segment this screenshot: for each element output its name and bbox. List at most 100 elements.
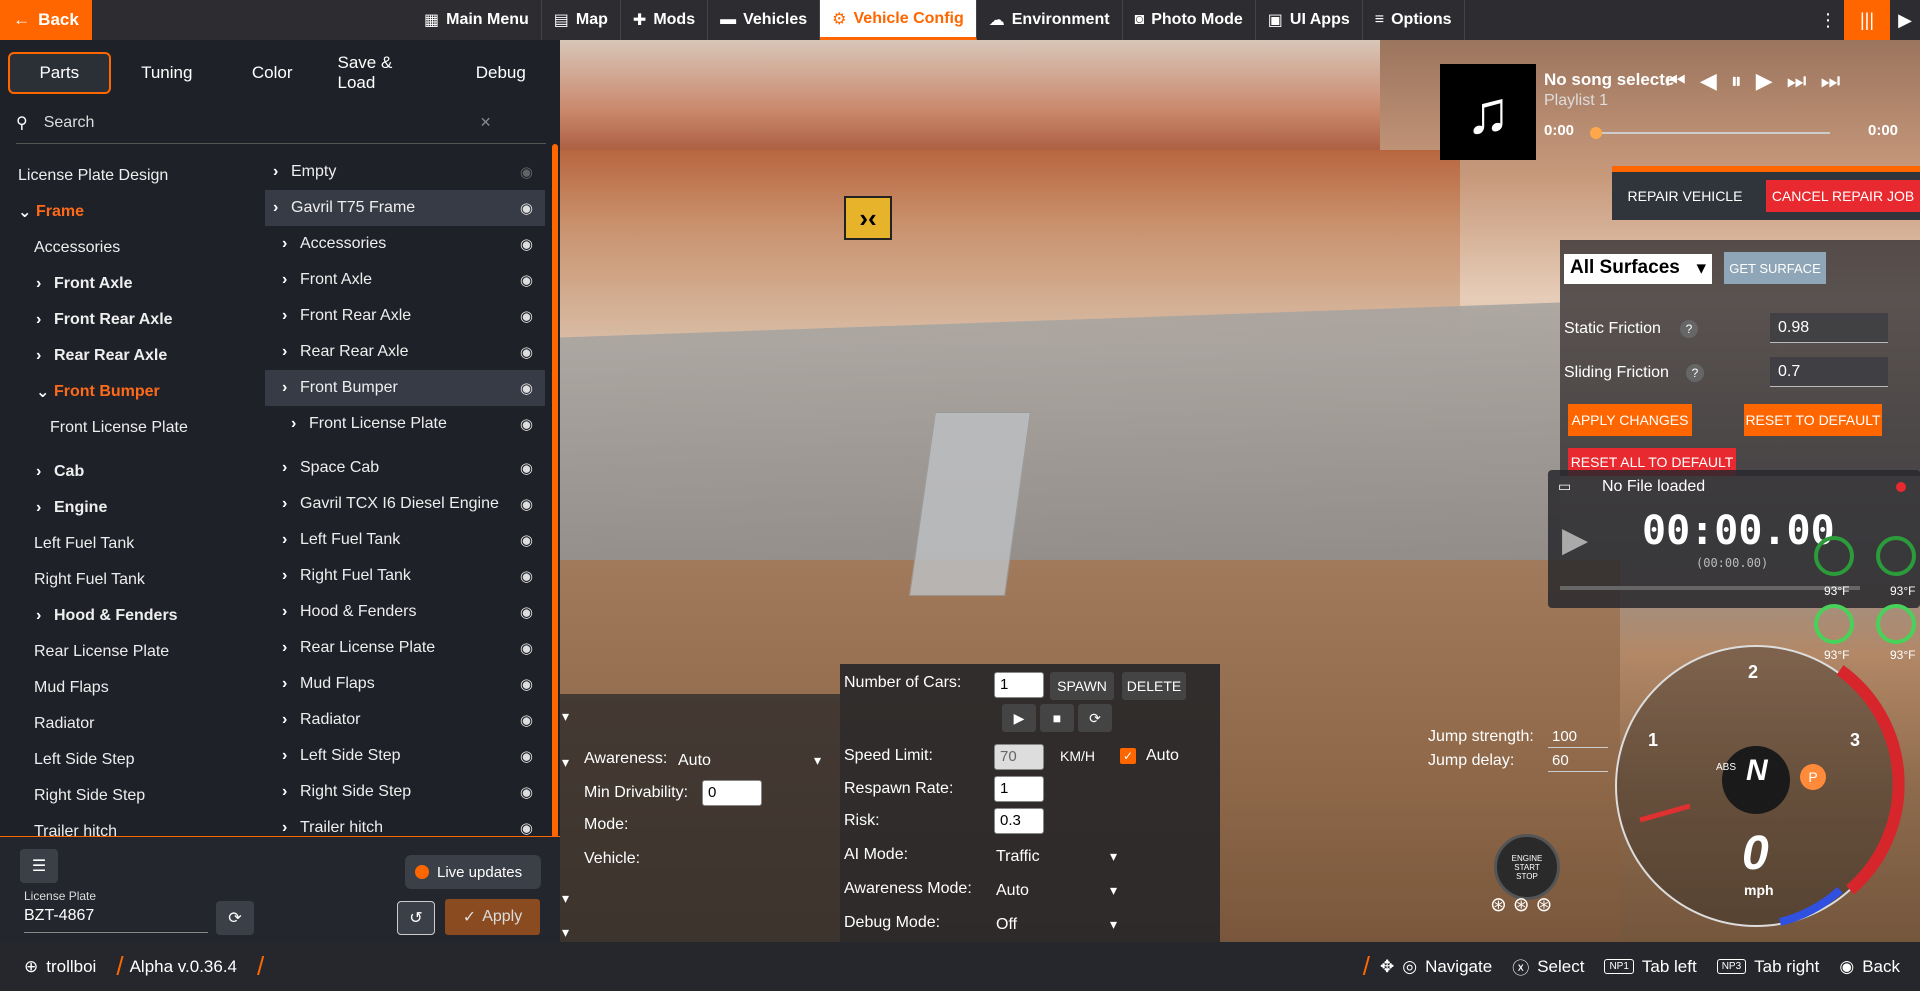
- nav-vehicle-config[interactable]: ⚙ Vehicle Config: [820, 0, 977, 40]
- search-input[interactable]: [43, 113, 464, 132]
- record-icon[interactable]: [1896, 482, 1906, 492]
- num-cars-input[interactable]: 1: [994, 672, 1044, 698]
- eye-icon[interactable]: ◉: [520, 235, 533, 253]
- clear-icon[interactable]: ✕: [480, 114, 492, 131]
- nav-main-menu[interactable]: ▦ Main Menu: [412, 0, 542, 40]
- part-item[interactable]: › Left Side Step ◉: [265, 738, 545, 774]
- eye-icon[interactable]: ◉: [520, 819, 533, 837]
- engine-start-button[interactable]: ENGINE START STOP: [1494, 834, 1560, 900]
- part-item[interactable]: › Right Side Step ◉: [265, 774, 545, 810]
- part-item[interactable]: › Front Bumper ◉: [265, 370, 545, 406]
- eye-icon[interactable]: ◉: [520, 603, 533, 621]
- back-button[interactable]: ← Back: [0, 0, 92, 40]
- part-item[interactable]: › Gavril T75 Frame ◉: [265, 190, 545, 226]
- wheel-icon[interactable]: ⊛: [1536, 892, 1553, 917]
- delete-button[interactable]: DELETE: [1122, 672, 1186, 700]
- nav-environment[interactable]: ☁ Environment: [977, 0, 1123, 40]
- collapse-icon[interactable]: ▾: [562, 754, 569, 771]
- previous-icon[interactable]: ◀: [1700, 68, 1717, 94]
- live-updates-toggle[interactable]: Live updates: [405, 855, 541, 889]
- slot-item[interactable]: Left Side Step: [0, 742, 265, 778]
- part-item[interactable]: › Space Cab ◉: [265, 450, 545, 486]
- eye-icon[interactable]: ◉: [520, 495, 533, 513]
- seek-handle[interactable]: [1590, 127, 1602, 139]
- slot-item[interactable]: Radiator: [0, 706, 265, 742]
- license-plate-input[interactable]: BZT-4867: [24, 903, 208, 933]
- slot-item[interactable]: › Front Rear Axle: [0, 302, 265, 338]
- tab-debug[interactable]: Debug: [450, 52, 552, 94]
- help-icon[interactable]: ?: [1686, 364, 1704, 382]
- dropdown-arrow-icon[interactable]: ▾: [1110, 882, 1117, 899]
- apply-changes-button[interactable]: APPLY CHANGES: [1568, 404, 1692, 436]
- skip-start-icon[interactable]: ⏮: [1666, 68, 1686, 94]
- slot-item[interactable]: Left Fuel Tank: [0, 526, 265, 562]
- scrollbar[interactable]: [552, 144, 558, 838]
- slot-item[interactable]: Right Side Step: [0, 778, 265, 814]
- eye-icon[interactable]: ◉: [520, 379, 533, 397]
- slot-item[interactable]: Accessories: [0, 230, 265, 266]
- part-item[interactable]: › Mud Flaps ◉: [265, 666, 545, 702]
- eye-icon[interactable]: ◉: [520, 415, 533, 433]
- slot-item[interactable]: License Plate Design: [0, 158, 265, 194]
- play-toggle-icon[interactable]: ▶: [1890, 0, 1920, 40]
- eye-icon[interactable]: ◉: [520, 531, 533, 549]
- get-surface-button[interactable]: GET SURFACE: [1724, 252, 1826, 284]
- part-item[interactable]: › Front License Plate ◉: [265, 406, 545, 442]
- seek-bar[interactable]: [1590, 127, 1830, 139]
- part-item[interactable]: › Left Fuel Tank ◉: [265, 522, 545, 558]
- apply-button[interactable]: ✓ Apply: [445, 899, 540, 935]
- nav-mods[interactable]: ✚ Mods: [621, 0, 709, 40]
- collapse-icon[interactable]: ▾: [562, 924, 569, 941]
- part-item[interactable]: › Rear License Plate ◉: [265, 630, 545, 666]
- part-item[interactable]: › Gavril TCX I6 Diesel Engine ◉: [265, 486, 545, 522]
- eye-icon[interactable]: ◉: [520, 747, 533, 765]
- bars-icon[interactable]: |||: [1844, 0, 1890, 40]
- wheel-icon[interactable]: ⊛: [1513, 892, 1530, 917]
- tab-parts[interactable]: Parts: [8, 52, 111, 94]
- stop-icon[interactable]: ■: [1040, 704, 1074, 732]
- folder-icon[interactable]: ▭: [1558, 478, 1571, 495]
- eye-icon[interactable]: ◉: [520, 675, 533, 693]
- replay-play-icon[interactable]: ▶: [1562, 520, 1588, 560]
- slot-item[interactable]: Mud Flaps: [0, 670, 265, 706]
- part-item[interactable]: › Rear Rear Axle ◉: [265, 334, 545, 370]
- dropdown-arrow-icon[interactable]: ▾: [814, 752, 821, 769]
- tab-tuning[interactable]: Tuning: [113, 52, 221, 94]
- eye-icon[interactable]: ◉: [520, 163, 533, 181]
- eye-icon[interactable]: ◉: [520, 639, 533, 657]
- awareness-select[interactable]: Auto: [678, 752, 711, 770]
- respawn-input[interactable]: 1: [994, 776, 1044, 802]
- ai-mode-select[interactable]: Traffic: [996, 848, 1040, 866]
- eye-icon[interactable]: ◉: [520, 459, 533, 477]
- vertical-dots-icon[interactable]: ⋮: [1812, 0, 1844, 40]
- slot-item[interactable]: ⌄ Front Bumper: [0, 374, 265, 410]
- awareness-mode-select[interactable]: Auto: [996, 882, 1029, 900]
- min-drivability-input[interactable]: 0: [702, 780, 762, 806]
- sliding-friction-input[interactable]: 0.7: [1770, 357, 1888, 387]
- refresh-icon[interactable]: ⟳: [1078, 704, 1112, 732]
- speed-limit-input[interactable]: 70: [994, 744, 1044, 770]
- reset-to-default-button[interactable]: RESET TO DEFAULT: [1744, 404, 1882, 436]
- part-item[interactable]: › Front Rear Axle ◉: [265, 298, 545, 334]
- slot-item[interactable]: › Hood & Fenders: [0, 598, 265, 634]
- slot-item[interactable]: › Rear Rear Axle: [0, 338, 265, 374]
- nav-map[interactable]: ▤ Map: [542, 0, 621, 40]
- play-icon[interactable]: ▶: [1002, 704, 1036, 732]
- part-item[interactable]: › Accessories ◉: [265, 226, 545, 262]
- part-item[interactable]: › Hood & Fenders ◉: [265, 594, 545, 630]
- undo-button[interactable]: ↺: [397, 901, 435, 935]
- part-item[interactable]: › Front Axle ◉: [265, 262, 545, 298]
- nav-vehicles[interactable]: ▬ Vehicles: [708, 0, 821, 40]
- slot-item[interactable]: › Engine: [0, 490, 265, 526]
- surface-select[interactable]: All Surfaces ▾: [1564, 254, 1712, 284]
- nav-options[interactable]: ≡ Options: [1363, 0, 1465, 40]
- list-view-button[interactable]: ☰: [20, 849, 58, 883]
- help-icon[interactable]: ?: [1680, 320, 1698, 338]
- slot-item[interactable]: Right Fuel Tank: [0, 562, 265, 598]
- eye-icon[interactable]: ◉: [520, 783, 533, 801]
- eye-icon[interactable]: ◉: [520, 271, 533, 289]
- tab-color[interactable]: Color: [223, 52, 322, 94]
- eye-icon[interactable]: ◉: [520, 343, 533, 361]
- collapse-icon[interactable]: ▾: [562, 890, 569, 907]
- nav-ui-apps[interactable]: ▣ UI Apps: [1256, 0, 1363, 40]
